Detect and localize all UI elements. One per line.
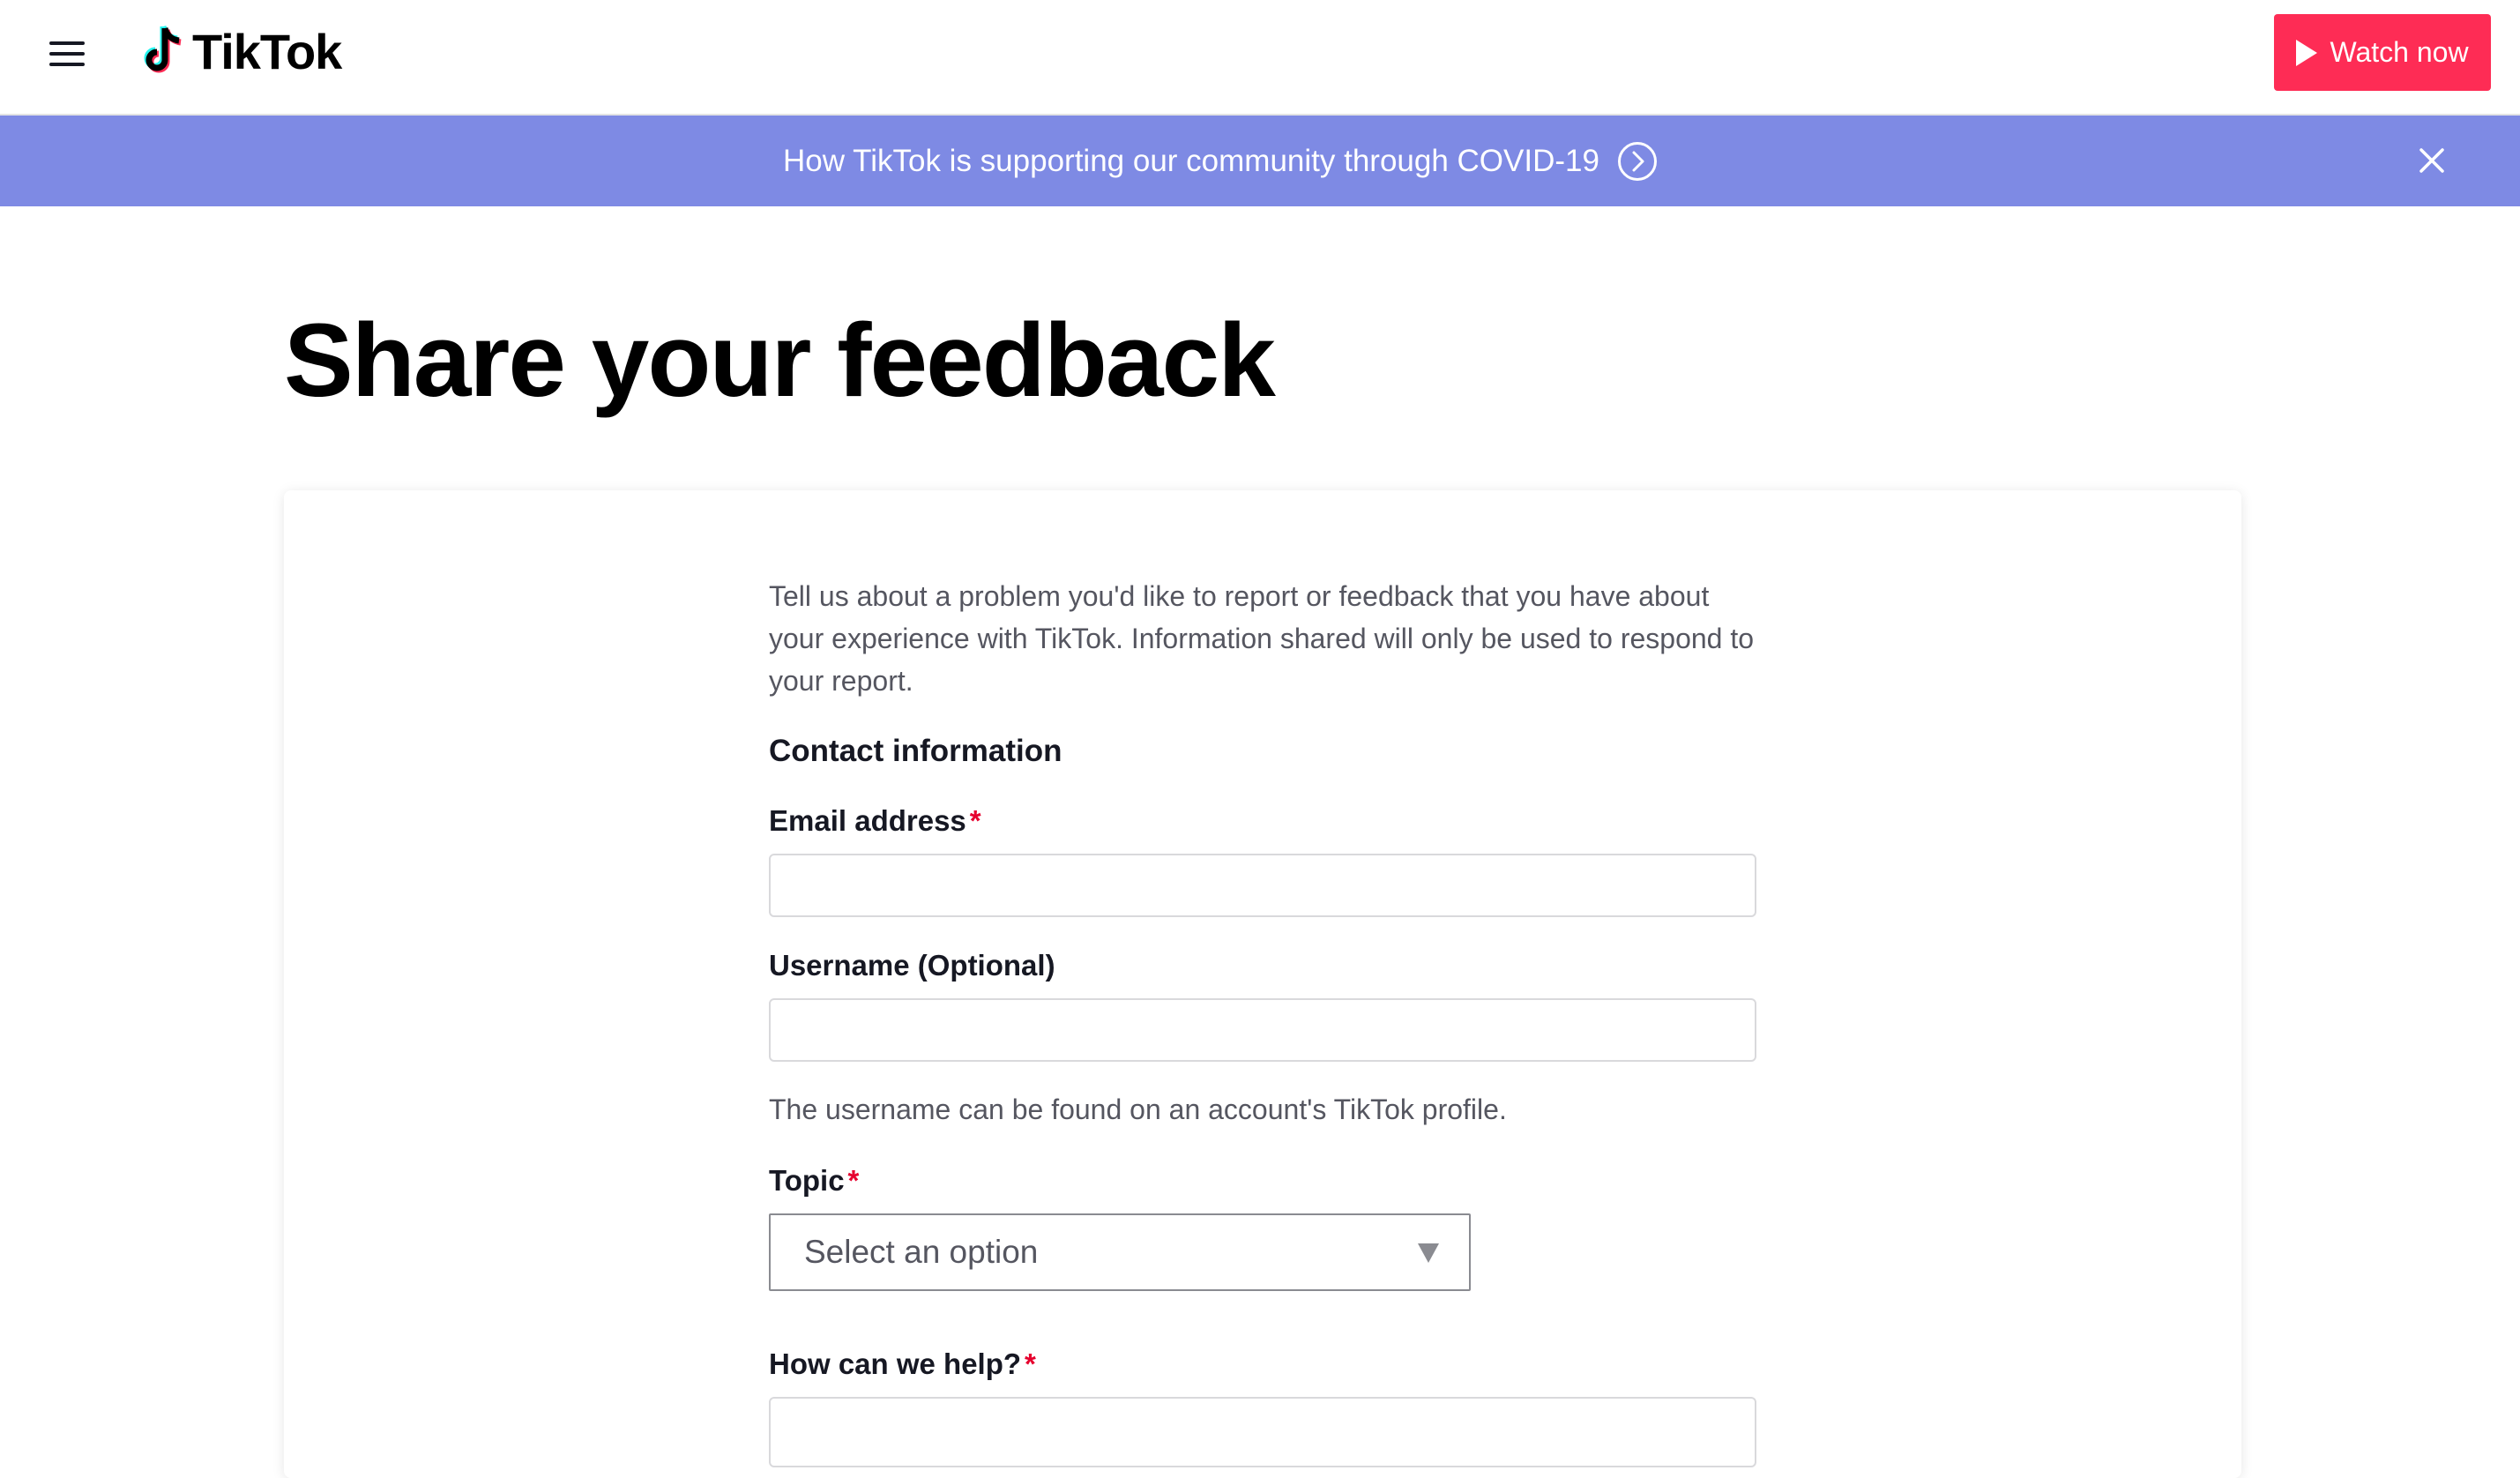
required-mark: * xyxy=(969,804,981,837)
play-icon xyxy=(2296,39,2318,66)
help-textarea[interactable] xyxy=(769,1397,1756,1467)
logo-wordmark: TikTok xyxy=(192,24,342,79)
help-label-text: How can we help? xyxy=(769,1347,1022,1380)
topic-label-text: Topic xyxy=(769,1164,845,1197)
close-icon[interactable] xyxy=(2416,145,2448,176)
topic-select[interactable]: Select an option xyxy=(769,1213,1471,1291)
email-label-text: Email address xyxy=(769,804,966,837)
email-input[interactable] xyxy=(769,854,1756,917)
menu-icon[interactable] xyxy=(49,39,86,69)
tiktok-logo[interactable]: TikTok xyxy=(138,23,342,81)
banner-text: How TikTok is supporting our community t… xyxy=(783,143,1599,178)
caret-down-icon xyxy=(1418,1243,1439,1263)
page-title: Share your feedback xyxy=(284,302,1276,419)
help-label: How can we help? * xyxy=(769,1347,1036,1381)
required-mark: * xyxy=(1025,1347,1036,1380)
top-header: TikTok Watch now xyxy=(0,0,2520,116)
tiktok-note-icon xyxy=(144,25,182,73)
form-intro: Tell us about a problem you'd like to re… xyxy=(769,580,1755,697)
chevron-right-circle-icon xyxy=(1617,141,1657,181)
contact-section-title: Contact information xyxy=(769,734,1062,768)
email-label: Email address * xyxy=(769,804,981,838)
watch-now-label: Watch now xyxy=(2330,36,2469,68)
username-input[interactable] xyxy=(769,998,1756,1062)
topic-label: Topic * xyxy=(769,1164,859,1198)
topic-select-value: Select an option xyxy=(804,1234,1039,1270)
username-label: Username (Optional) xyxy=(769,949,1055,982)
covid-banner-link[interactable]: How TikTok is supporting our community t… xyxy=(0,116,2520,206)
required-mark: * xyxy=(847,1164,860,1197)
covid-banner: How TikTok is supporting our community t… xyxy=(0,116,2520,206)
watch-now-button[interactable]: Watch now xyxy=(2274,14,2491,91)
username-hint: The username can be found on an account'… xyxy=(769,1094,1507,1125)
